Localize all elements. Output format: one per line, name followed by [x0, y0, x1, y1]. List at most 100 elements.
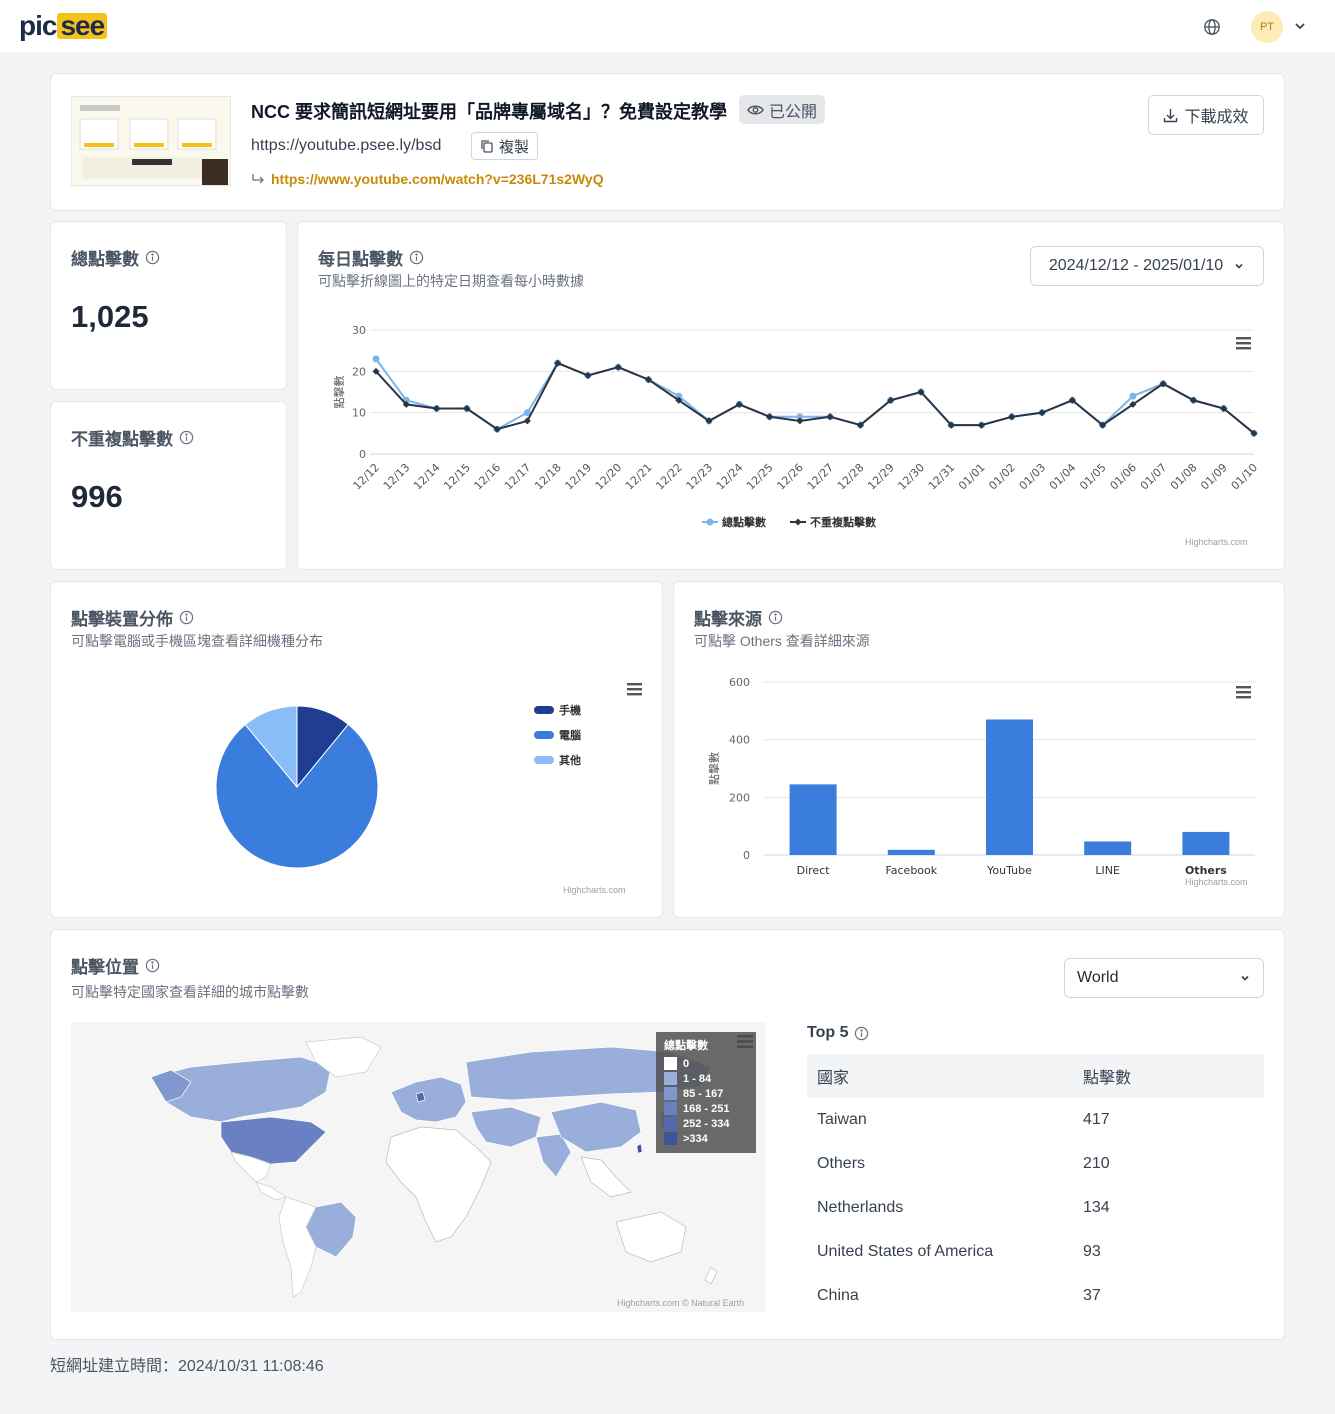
legend-label: 手機: [559, 703, 581, 717]
source-label: 點擊來源: [694, 610, 762, 629]
map-credit: Highcharts.com © Natural Earth: [617, 1298, 745, 1308]
legend-swatch: [664, 1087, 677, 1100]
daily-line-chart[interactable]: 0 10 20 30 點擊數 12/1212/1312/1412/1512/1612/17…: [298, 312, 1284, 568]
legend-item[interactable]: 不重複點擊數: [790, 515, 876, 529]
legend-label: 85 - 167: [683, 1087, 724, 1100]
source-title: 點擊來源: [694, 605, 783, 630]
table-row[interactable]: United States of America 93: [807, 1230, 1264, 1274]
chart-menu-icon[interactable]: [1236, 337, 1251, 350]
info-icon[interactable]: [854, 1026, 869, 1041]
y-tick-label: 20: [352, 365, 366, 378]
table-row[interactable]: Taiwan 417: [807, 1098, 1264, 1142]
top-navbar: pic see PT: [0, 0, 1335, 52]
bar[interactable]: [1084, 841, 1132, 855]
world-map[interactable]: 總點擊數 0 1 - 84 85 - 167 168 - 251 252 - 3…: [71, 1022, 766, 1312]
eye-icon: [747, 105, 764, 114]
info-icon[interactable]: [409, 250, 424, 265]
legend-item[interactable]: 手機: [534, 703, 581, 717]
legend-label: 0: [683, 1057, 690, 1070]
location-label: 點擊位置: [71, 958, 139, 977]
x-tick-label: LINE: [1095, 864, 1120, 877]
x-tick-label: 12/17: [502, 461, 534, 493]
info-icon[interactable]: [768, 610, 783, 625]
x-tick-label: 12/13: [381, 461, 413, 493]
x-tick-label: 12/16: [472, 461, 504, 493]
bar[interactable]: [789, 784, 837, 855]
download-report-button[interactable]: 下載成效: [1148, 95, 1264, 135]
table-row[interactable]: Netherlands 134: [807, 1186, 1264, 1230]
bar[interactable]: [1182, 831, 1230, 855]
x-tick-label: 01/06: [1107, 461, 1139, 493]
picsee-logo[interactable]: pic see: [19, 10, 108, 41]
y-tick-label: 200: [729, 791, 750, 804]
legend-symbol: [534, 756, 554, 764]
menu-line: [1236, 347, 1251, 350]
map-region-southeast-asia: [580, 1156, 632, 1198]
date-range-select[interactable]: 2024/12/12 - 2025/01/10: [1030, 246, 1264, 286]
chart-credit: Highcharts.com: [1185, 877, 1248, 887]
bar[interactable]: [887, 849, 935, 855]
menu-line: [1236, 337, 1251, 340]
legend-swatch: [664, 1072, 677, 1085]
info-icon[interactable]: [145, 958, 160, 973]
menu-line: [1236, 686, 1251, 689]
copy-button[interactable]: 複製: [471, 132, 539, 160]
daily-clicks-title: 每日點擊數: [318, 245, 424, 270]
clicks-cell: 37: [1083, 1287, 1101, 1304]
legend-label: 其他: [559, 753, 581, 767]
legend-swatch: [664, 1102, 677, 1115]
visibility-badge[interactable]: 已公開: [739, 95, 826, 124]
series-line-total: [375, 358, 1255, 435]
chart-menu-icon[interactable]: [1236, 686, 1251, 699]
x-tick-label: YouTube: [986, 864, 1032, 877]
legend-item[interactable]: 其他: [534, 753, 581, 767]
map-region-australia: [615, 1211, 687, 1263]
y-axis-title: 點擊數: [707, 752, 721, 785]
x-tick-label: 01/02: [986, 461, 1018, 493]
device-pie-chart[interactable]: 手機電腦其他: [51, 667, 662, 892]
avatar[interactable]: PT: [1251, 11, 1283, 43]
info-icon[interactable]: [145, 250, 160, 265]
y-axis-title: 點擊數: [332, 376, 346, 409]
map-region-india: [535, 1133, 572, 1178]
legend-label: 不重複點擊數: [810, 515, 876, 529]
data-point: [372, 355, 380, 363]
data-point: [523, 417, 531, 425]
x-tick-label: Others: [1185, 864, 1227, 877]
x-tick-label: 12/21: [623, 461, 655, 493]
x-tick-label: 12/26: [774, 461, 806, 493]
logo-text-see: see: [57, 12, 108, 40]
y-tick-label: 0: [359, 448, 366, 461]
x-tick-label: 12/28: [835, 461, 867, 493]
chevron-down-icon[interactable]: [1293, 19, 1307, 33]
region-select[interactable]: World: [1064, 958, 1264, 998]
table-header-row: 國家 點擊數: [807, 1054, 1264, 1098]
table-row[interactable]: Others 210: [807, 1142, 1264, 1186]
clicks-cell: 210: [1083, 1155, 1110, 1172]
map-region-europe: [390, 1076, 467, 1123]
y-tick-label: 10: [352, 407, 366, 420]
legend-symbol-marker: [706, 518, 714, 526]
source-bar-chart[interactable]: 0 200 400 600 點擊數 Direct Facebook YouTube LINE Ot…: [674, 667, 1284, 882]
top5-label: Top 5: [807, 1024, 849, 1041]
x-tick-label: 12/23: [684, 461, 716, 493]
info-icon[interactable]: [179, 430, 194, 445]
short-url[interactable]: https://youtube.psee.ly/bsd: [251, 137, 441, 155]
bar[interactable]: [986, 719, 1033, 855]
data-point: [1129, 392, 1137, 400]
visibility-label: 已公開: [769, 103, 818, 121]
top5-title: Top 5: [807, 1024, 869, 1042]
target-url[interactable]: https://www.youtube.com/watch?v=236L71s2…: [251, 171, 604, 187]
redirect-arrow-icon: [252, 174, 264, 184]
source-subtitle: 可點擊 Others 查看詳細來源: [694, 633, 870, 649]
copy-icon: [481, 140, 493, 153]
legend-item[interactable]: 總點擊數: [702, 515, 766, 529]
info-icon[interactable]: [179, 610, 194, 625]
legend-item[interactable]: 電腦: [534, 728, 581, 742]
traffic-source-card: 點擊來源 可點擊 Others 查看詳細來源 0 200 400 600 點擊數 Dire…: [673, 581, 1285, 918]
chart-menu-icon[interactable]: [627, 683, 642, 696]
chevron-down-icon: [1241, 975, 1249, 981]
table-row[interactable]: China 37: [807, 1274, 1264, 1318]
globe-icon[interactable]: [1203, 18, 1221, 36]
y-tick-label: 30: [352, 324, 366, 337]
